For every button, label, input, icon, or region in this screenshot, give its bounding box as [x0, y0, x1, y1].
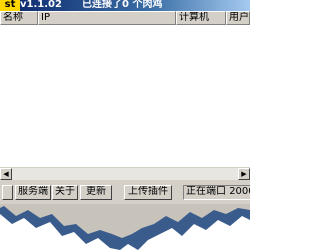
update-button[interactable]: 更新	[80, 185, 112, 200]
column-header-ip[interactable]: IP	[38, 11, 176, 25]
about-button[interactable]: 关于	[52, 185, 78, 200]
port-status: 正在端口 2000	[183, 185, 250, 200]
app-version: v1.1.02	[20, 0, 62, 10]
port-status-label: 正在端口	[186, 186, 226, 197]
arrow-left-icon[interactable]: ◀	[0, 168, 12, 180]
arrow-right-icon[interactable]: ▶	[238, 168, 250, 180]
host-list[interactable]: 名称 IP 计算机 用户	[0, 11, 250, 167]
column-header-name[interactable]: 名称	[0, 11, 38, 25]
toolbar-spacer-button[interactable]	[2, 185, 13, 200]
list-header: 名称 IP 计算机 用户	[0, 11, 250, 25]
upload-plugin-button[interactable]: 上传插件	[124, 185, 172, 200]
column-header-user[interactable]: 用户	[226, 11, 250, 25]
list-rows-area[interactable]	[0, 25, 250, 167]
toolbar: 服务端 关于 更新 上传插件 正在端口 2000	[0, 180, 250, 204]
title-bar[interactable]: st v1.1.02 已连接了0 个肉鸡	[0, 0, 250, 11]
app-badge: st	[0, 0, 20, 11]
connection-status: 已连接了0 个肉鸡	[82, 0, 163, 10]
horizontal-scrollbar[interactable]: ◀ ▶	[0, 167, 250, 180]
port-number: 2000	[229, 186, 250, 197]
wave-skin-decoration	[0, 204, 250, 250]
server-button[interactable]: 服务端	[15, 185, 51, 200]
column-header-computer[interactable]: 计算机	[176, 11, 226, 25]
